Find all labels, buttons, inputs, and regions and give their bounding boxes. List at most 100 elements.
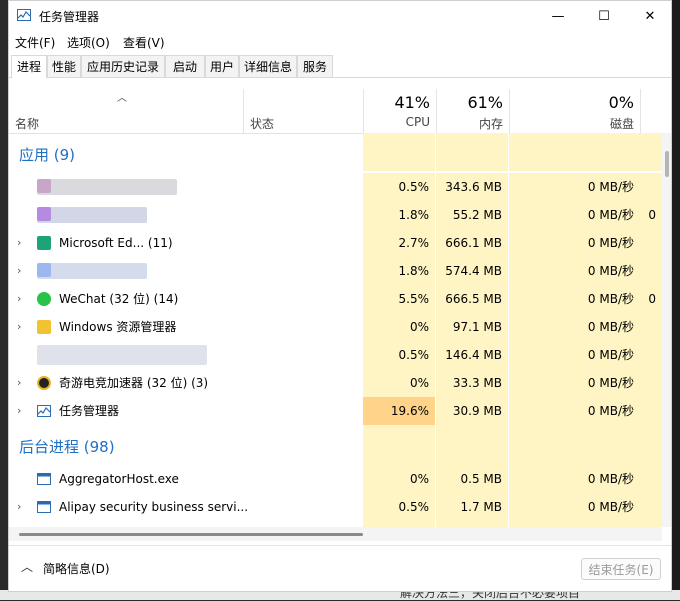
process-list: 应用 (9) 0.5% 343.6 MB 0 MB/秒 1.8% 55.2 MB… — [9, 133, 662, 527]
tab-services[interactable]: 服务 — [297, 55, 333, 77]
process-name: AggregatorHost.exe — [59, 472, 179, 486]
group-title-background: 后台进程 (98) — [19, 438, 115, 456]
cpu-value: 1.8% — [363, 201, 436, 229]
network-value — [640, 397, 662, 425]
cpu-value: 2.7% — [363, 229, 436, 257]
cpu-value: 1.8% — [363, 257, 436, 285]
table-row[interactable]: › 奇游电竞加速器 (32 位) (3) 0% 33.3 MB 0 MB/秒 — [9, 369, 662, 397]
accelerator-icon — [37, 376, 51, 390]
title-bar[interactable]: 任务管理器 — ☐ ✕ — [9, 1, 671, 31]
memory-value: 666.1 MB — [436, 229, 509, 257]
memory-column-header[interactable]: 61% 内存 — [436, 89, 509, 133]
group-header-apps[interactable]: 应用 (9) — [9, 133, 662, 171]
status-column-header[interactable]: 状态 — [243, 89, 363, 133]
cpu-value: 0.5% — [363, 493, 436, 521]
chevron-up-icon[interactable]: ︿ — [21, 558, 33, 575]
table-row[interactable]: 0.5% 146.4 MB 0 MB/秒 — [9, 341, 662, 369]
group-header-background[interactable]: 后台进程 (98) — [9, 425, 662, 465]
redacted-app-name — [37, 207, 147, 223]
disk-value: 0 MB/秒 — [509, 493, 640, 521]
process-name: WeChat (32 位) (14) — [59, 292, 179, 306]
expand-chevron-icon[interactable]: › — [17, 257, 21, 285]
table-row[interactable]: 1.8% 55.2 MB 0 MB/秒 0 — [9, 201, 662, 229]
name-header-label: 名称 — [15, 117, 40, 131]
menu-bar: 文件(F) 选项(O) 查看(V) — [9, 31, 671, 51]
cpu-column-header[interactable]: 41% CPU — [363, 89, 436, 133]
name-column-header[interactable]: ︿ 名称 — [9, 89, 243, 133]
memory-value: 343.6 MB — [436, 173, 509, 201]
tab-users[interactable]: 用户 — [205, 55, 239, 77]
cpu-value: 0.5% — [363, 341, 436, 369]
table-row[interactable]: 0.5% 343.6 MB 0 MB/秒 — [9, 173, 662, 201]
folder-icon — [37, 320, 51, 334]
tab-app-history[interactable]: 应用历史记录 — [81, 55, 165, 77]
expand-chevron-icon[interactable]: › — [17, 229, 21, 257]
expand-chevron-icon[interactable]: › — [17, 369, 21, 397]
table-row[interactable]: AggregatorHost.exe 0% 0.5 MB 0 MB/秒 — [9, 465, 662, 493]
disk-value: 0 MB/秒 — [509, 257, 640, 285]
desktop-background-right — [672, 0, 680, 600]
memory-value: 33.3 MB — [436, 369, 509, 397]
tab-startup[interactable]: 启动 — [165, 55, 205, 77]
expand-chevron-icon[interactable]: › — [17, 313, 21, 341]
status-header-label: 状态 — [250, 117, 275, 131]
menu-options[interactable]: 选项(O) — [67, 34, 110, 51]
memory-value: 97.1 MB — [436, 313, 509, 341]
expand-chevron-icon[interactable]: › — [17, 285, 21, 313]
table-row[interactable]: › Alipay security business servi... 0.5%… — [9, 493, 662, 521]
table-row[interactable]: › 任务管理器 19.6% 30.9 MB 0 MB/秒 — [9, 397, 662, 425]
expand-chevron-icon[interactable]: › — [17, 397, 21, 425]
network-column-header[interactable] — [640, 89, 662, 133]
memory-value: 55.2 MB — [436, 201, 509, 229]
end-task-button[interactable]: 结束任务(E) — [581, 558, 661, 580]
memory-value: 30.9 MB — [436, 397, 509, 425]
disk-header-label: 磁盘 — [609, 117, 634, 131]
edge-icon — [37, 236, 51, 250]
disk-value: 0 MB/秒 — [509, 465, 640, 493]
network-value: 0 — [640, 285, 662, 313]
menu-file[interactable]: 文件(F) — [15, 34, 55, 51]
task-manager-icon — [37, 404, 51, 418]
disk-value: 0 MB/秒 — [509, 341, 640, 369]
menu-view[interactable]: 查看(V) — [123, 34, 165, 51]
task-manager-window: 任务管理器 — ☐ ✕ 文件(F) 选项(O) 查看(V) 进程 性能 应用历史… — [8, 0, 672, 592]
process-name: Windows 资源管理器 — [59, 320, 177, 334]
vertical-scrollbar[interactable] — [662, 133, 671, 527]
table-row[interactable]: › Windows 资源管理器 0% 97.1 MB 0 MB/秒 — [9, 313, 662, 341]
disk-value: 0 MB/秒 — [509, 369, 640, 397]
disk-value: 0 MB/秒 — [509, 229, 640, 257]
fewer-details-button[interactable]: 简略信息(D) — [43, 560, 110, 577]
redacted-app-name — [37, 345, 207, 365]
network-value — [640, 369, 662, 397]
tab-processes[interactable]: 进程 — [11, 55, 47, 78]
task-manager-icon — [17, 9, 31, 21]
disk-value: 0 MB/秒 — [509, 397, 640, 425]
cpu-total-percent: 41% — [394, 93, 430, 112]
cpu-value: 0% — [363, 369, 436, 397]
horizontal-scroll-thumb[interactable] — [19, 533, 363, 536]
memory-total-percent: 61% — [467, 93, 503, 112]
vertical-scroll-thumb[interactable] — [665, 151, 669, 177]
tab-strip: 进程 性能 应用历史记录 启动 用户 详细信息 服务 — [9, 55, 671, 78]
tab-performance[interactable]: 性能 — [47, 55, 81, 77]
table-row[interactable]: › Microsoft Ed... (11) 2.7% 666.1 MB 0 M… — [9, 229, 662, 257]
app-icon — [37, 207, 51, 221]
sort-up-icon: ︿ — [117, 93, 127, 104]
minimize-button[interactable]: — — [535, 1, 581, 31]
window-title: 任务管理器 — [39, 10, 100, 24]
memory-header-label: 内存 — [478, 117, 503, 131]
horizontal-scrollbar[interactable] — [9, 527, 662, 541]
table-row[interactable]: › WeChat (32 位) (14) 5.5% 666.5 MB 0 MB/… — [9, 285, 662, 313]
redacted-app-name — [37, 179, 177, 195]
memory-value: 666.5 MB — [436, 285, 509, 313]
maximize-button[interactable]: ☐ — [581, 1, 627, 31]
close-button[interactable]: ✕ — [627, 1, 671, 31]
table-row[interactable]: › 1.8% 574.4 MB 0 MB/秒 — [9, 257, 662, 285]
tab-details[interactable]: 详细信息 — [239, 55, 297, 77]
window-app-icon — [37, 500, 51, 514]
disk-column-header[interactable]: 0% 磁盘 — [509, 89, 640, 133]
network-value — [640, 313, 662, 341]
network-value — [640, 229, 662, 257]
process-name: Microsoft Ed... (11) — [59, 236, 173, 250]
expand-chevron-icon[interactable]: › — [17, 493, 21, 521]
